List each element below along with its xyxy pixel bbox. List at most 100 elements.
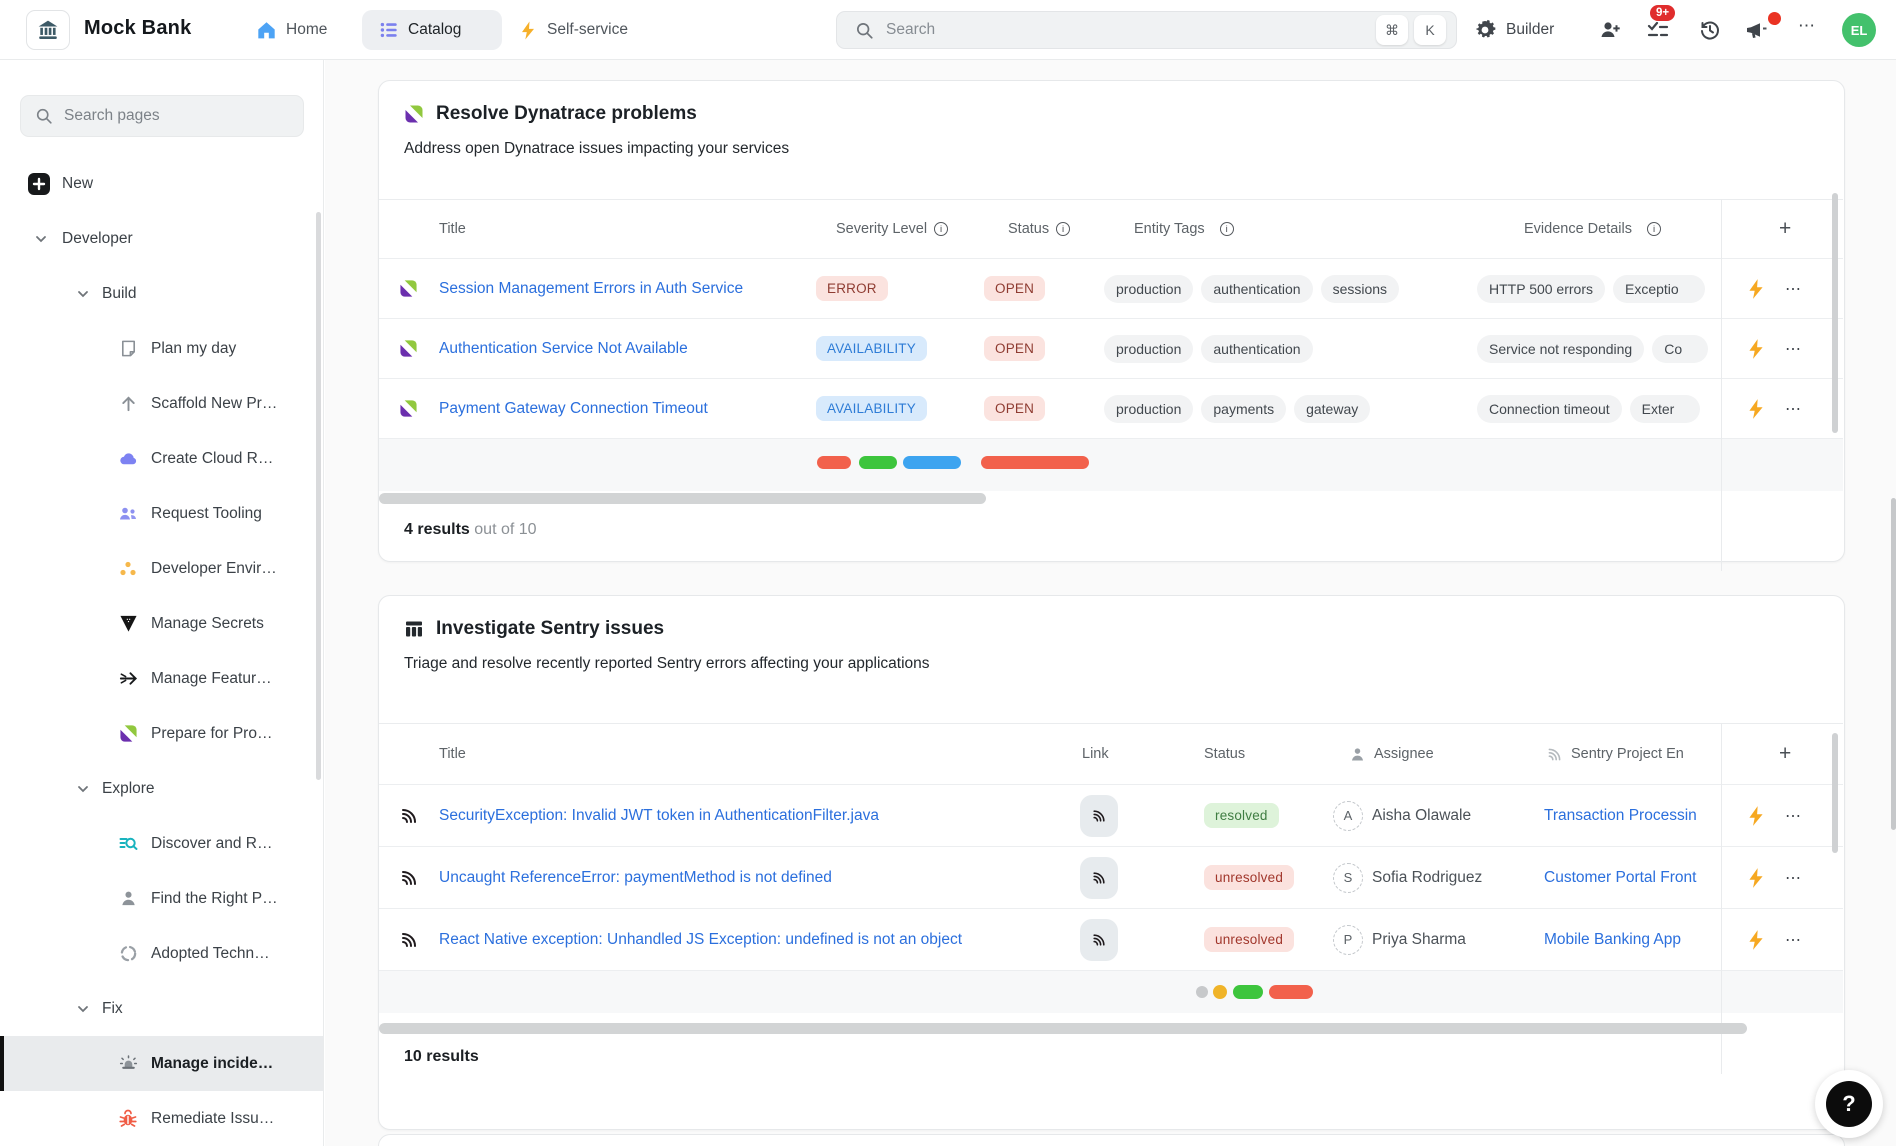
run-action-bolt-icon[interactable]: [1745, 867, 1767, 889]
sentry-link-button[interactable]: [1080, 919, 1118, 961]
column-header-link[interactable]: Link: [1059, 746, 1149, 762]
sidebar-item-prepare-for-production[interactable]: Prepare for Pro…: [0, 706, 323, 761]
table-horizontal-scrollbar[interactable]: [379, 1023, 1747, 1034]
sidebar-item-plan-my-day[interactable]: Plan my day: [0, 321, 323, 376]
nav-self-service[interactable]: Self-service: [518, 0, 628, 60]
run-action-bolt-icon[interactable]: [1745, 338, 1767, 360]
table-vertical-scrollbar[interactable]: [1832, 733, 1838, 853]
sidebar-group-explore[interactable]: Explore: [0, 761, 323, 816]
entity-tag: production: [1104, 275, 1193, 303]
sidebar-item-label: Prepare for Pro…: [151, 725, 272, 743]
chevron-down-icon: [76, 287, 90, 301]
table-horizontal-scrollbar[interactable]: [379, 493, 986, 504]
more-menu-icon[interactable]: ⋯: [1798, 16, 1816, 36]
sidebar-item-adopted-tech[interactable]: Adopted Techn…: [0, 926, 323, 981]
home-icon: [256, 20, 277, 41]
row-more-icon[interactable]: ⋯: [1785, 279, 1802, 299]
run-action-bolt-icon[interactable]: [1745, 929, 1767, 951]
sidebar-item-manage-secrets[interactable]: Manage Secrets: [0, 596, 323, 651]
column-header-evidence[interactable]: Evidence Detailsi: [1477, 221, 1721, 237]
info-icon[interactable]: i: [1056, 222, 1070, 236]
issue-title-link[interactable]: Uncaught ReferenceError: paymentMethod i…: [439, 869, 832, 887]
row-more-icon[interactable]: ⋯: [1785, 930, 1802, 950]
sentry-project-link[interactable]: Transaction Processin: [1544, 807, 1697, 825]
row-more-icon[interactable]: ⋯: [1785, 868, 1802, 888]
sidebar-scrollbar[interactable]: [316, 212, 321, 780]
card-resolve-dynatrace-problems: Resolve Dynatrace problems Address open …: [378, 80, 1845, 562]
gear-icon: [1474, 19, 1496, 41]
table-row[interactable]: SecurityException: Invalid JWT token in …: [379, 785, 1843, 847]
table-row[interactable]: React Native exception: Unhandled JS Exc…: [379, 909, 1843, 971]
global-search-input[interactable]: [886, 21, 1370, 39]
tasks-checklist-icon[interactable]: [1646, 18, 1670, 42]
builder-button[interactable]: Builder: [1474, 0, 1554, 60]
column-header-title[interactable]: Title: [439, 221, 816, 237]
table-row[interactable]: Session Management Errors in Auth Servic…: [379, 259, 1843, 319]
issue-title-link[interactable]: SecurityException: Invalid JWT token in …: [439, 807, 879, 825]
add-column-icon[interactable]: +: [1779, 217, 1791, 241]
problem-title-link[interactable]: Payment Gateway Connection Timeout: [439, 400, 708, 418]
partial-table-row[interactable]: [379, 439, 1843, 491]
nav-catalog[interactable]: Catalog: [362, 10, 502, 50]
sidebar-item-find-right-person[interactable]: Find the Right P…: [0, 871, 323, 926]
sidebar-item-remediate-issues[interactable]: Remediate Issu…: [0, 1091, 323, 1146]
run-action-bolt-icon[interactable]: [1745, 278, 1767, 300]
sentry-link-button[interactable]: [1080, 857, 1118, 899]
row-more-icon[interactable]: ⋯: [1785, 339, 1802, 359]
table-row[interactable]: Payment Gateway Connection Timeout AVAIL…: [379, 379, 1843, 439]
column-header-entity-tags[interactable]: Entity Tagsi: [1104, 221, 1477, 237]
sidebar-item-discover[interactable]: Discover and R…: [0, 816, 323, 871]
sidebar-item-request-tooling[interactable]: Request Tooling: [0, 486, 323, 541]
table-vertical-scrollbar[interactable]: [1832, 193, 1838, 433]
history-icon[interactable]: [1698, 18, 1722, 42]
sidebar-item-new[interactable]: New: [0, 156, 323, 211]
column-header-status[interactable]: Status: [1149, 746, 1269, 762]
info-icon[interactable]: i: [934, 222, 948, 236]
sentry-project-link[interactable]: Customer Portal Front: [1544, 869, 1696, 887]
run-action-bolt-icon[interactable]: [1745, 398, 1767, 420]
column-header-status[interactable]: Statusi: [984, 221, 1104, 237]
help-button[interactable]: ?: [1815, 1070, 1883, 1138]
sidebar-group-build[interactable]: Build: [0, 266, 323, 321]
problem-title-link[interactable]: Authentication Service Not Available: [439, 340, 688, 358]
user-avatar[interactable]: EL: [1842, 13, 1876, 47]
global-search[interactable]: ⌘ K: [836, 11, 1457, 49]
issue-title-link[interactable]: React Native exception: Unhandled JS Exc…: [439, 931, 962, 949]
partial-table-row[interactable]: [379, 971, 1843, 1013]
problem-title-link[interactable]: Session Management Errors in Auth Servic…: [439, 280, 743, 298]
top-navigation-bar: Mock Bank Home Catalog Self-service ⌘ K …: [0, 0, 1896, 60]
table-row[interactable]: Authentication Service Not Available AVA…: [379, 319, 1843, 379]
sidebar-item-manage-incidents[interactable]: Manage incide…: [0, 1036, 323, 1091]
page-vertical-scrollbar[interactable]: [1891, 498, 1896, 830]
info-icon[interactable]: i: [1647, 222, 1661, 236]
table-row[interactable]: Uncaught ReferenceError: paymentMethod i…: [379, 847, 1843, 909]
table-header-row: Title Severity Leveli Statusi Entity Tag…: [379, 199, 1843, 259]
row-more-icon[interactable]: ⋯: [1785, 806, 1802, 826]
add-column-icon[interactable]: +: [1779, 742, 1791, 766]
run-action-bolt-icon[interactable]: [1745, 805, 1767, 827]
sidebar-search-input[interactable]: [64, 107, 289, 125]
row-more-icon[interactable]: ⋯: [1785, 399, 1802, 419]
info-icon[interactable]: i: [1220, 222, 1234, 236]
sentry-project-link[interactable]: Mobile Banking App: [1544, 931, 1681, 949]
sidebar-item-create-cloud-resource[interactable]: Create Cloud R…: [0, 431, 323, 486]
column-header-title[interactable]: Title: [439, 746, 1059, 762]
nav-home[interactable]: Home: [256, 0, 327, 60]
sidebar-group-fix[interactable]: Fix: [0, 981, 323, 1036]
entity-tag: authentication: [1201, 335, 1312, 363]
sidebar-item-scaffold-new-project[interactable]: Scaffold New Pr…: [0, 376, 323, 431]
sidebar-group-label: Build: [102, 285, 136, 303]
column-header-assignee[interactable]: Assignee: [1269, 746, 1489, 763]
sidebar-search[interactable]: [20, 95, 304, 137]
sentry-icon: [1546, 746, 1563, 763]
brand-logo[interactable]: [26, 10, 70, 50]
sidebar-item-manage-features[interactable]: Manage Featur…: [0, 651, 323, 706]
status-badge: OPEN: [984, 396, 1045, 421]
column-header-sentry-project[interactable]: Sentry Project En: [1489, 746, 1721, 763]
invite-user-icon[interactable]: [1598, 18, 1622, 42]
megaphone-icon[interactable]: [1744, 18, 1768, 42]
sidebar-item-developer-environments[interactable]: Developer Envir…: [0, 541, 323, 596]
sentry-link-button[interactable]: [1080, 795, 1118, 837]
sidebar-group-developer[interactable]: Developer: [0, 211, 323, 266]
column-header-severity[interactable]: Severity Leveli: [816, 221, 984, 237]
